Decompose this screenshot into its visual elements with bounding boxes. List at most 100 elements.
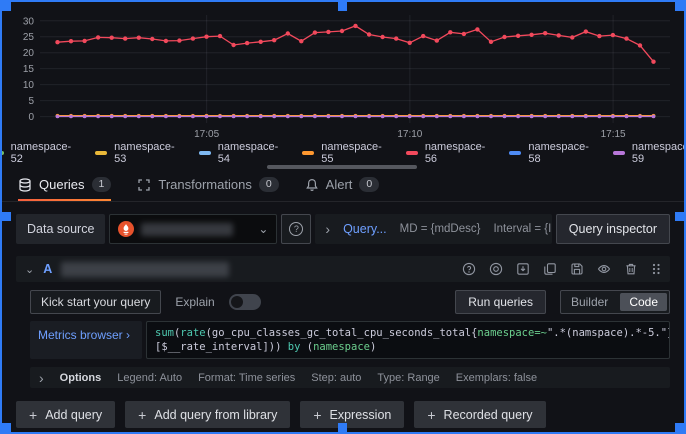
selection-handle-bottom-left[interactable] <box>2 423 11 432</box>
data-source-name-redacted <box>141 223 233 236</box>
transform-icon <box>137 178 151 192</box>
options-legend: Legend: Auto <box>117 372 182 384</box>
chart-legend: namespace-52 namespace-53 namespace-54 name… <box>2 141 684 165</box>
toggle-knob <box>231 296 243 308</box>
legend-item-namespace-56[interactable]: namespace-56 <box>406 141 488 165</box>
promql-editor-row: Metrics browser › sum(rate(go_cpu_classe… <box>30 321 670 359</box>
data-source-help-button[interactable]: ? <box>281 214 311 244</box>
tab-queries-badge: 1 <box>92 177 112 192</box>
svg-text:30: 30 <box>23 16 35 27</box>
bell-icon <box>305 178 319 192</box>
database-icon <box>18 178 32 192</box>
legend-item-namespace-54[interactable]: namespace-54 <box>199 141 281 165</box>
legend-label: namespace-53 <box>114 141 177 165</box>
add-recorded-query-button[interactable]: + Recorded query <box>414 401 545 428</box>
plus-icon: + <box>313 407 321 423</box>
svg-text:17:05: 17:05 <box>194 129 219 139</box>
selection-handle-top-middle[interactable] <box>338 2 347 11</box>
data-source-label: Data source <box>16 214 105 244</box>
duplicate-icon[interactable] <box>543 262 557 276</box>
legend-label: namespace-52 <box>11 141 74 165</box>
options-title: Options <box>60 372 102 384</box>
add-expression-button[interactable]: + Expression <box>300 401 404 428</box>
selection-handle-middle-left[interactable] <box>2 212 11 221</box>
question-circle-icon: ? <box>289 222 303 236</box>
prometheus-flame-icon <box>118 221 134 237</box>
legend-label: namespace-59 <box>632 141 686 165</box>
legend-item-namespace-55[interactable]: namespace-55 <box>302 141 384 165</box>
svg-text:10: 10 <box>23 80 35 91</box>
query-ref-name[interactable]: A <box>43 262 52 276</box>
legend-color-mark <box>613 151 625 155</box>
horizontal-scrollbar[interactable] <box>267 165 417 169</box>
selection-handle-top-right[interactable] <box>675 2 684 11</box>
kick-start-query-button[interactable]: Kick start your query <box>30 290 161 314</box>
drag-handle-icon[interactable] <box>651 262 661 276</box>
editor-tabs: Queries 1 Transformations 0 Alert 0 <box>2 170 684 202</box>
legend-item-namespace-53[interactable]: namespace-53 <box>95 141 177 165</box>
tab-transformations-label: Transformations <box>158 177 251 192</box>
legend-label: namespace-58 <box>528 141 591 165</box>
tab-alert[interactable]: Alert 0 <box>305 177 380 201</box>
eye-icon[interactable] <box>597 262 611 276</box>
save-to-library-icon[interactable] <box>516 262 530 276</box>
legend-color-mark <box>302 151 314 155</box>
query-options-collapsed[interactable]: › Options Legend: Auto Format: Time seri… <box>30 367 670 388</box>
panel-editor-window: 05101520253017:0517:1017:15 namespace-52… <box>0 0 686 434</box>
builder-mode-option[interactable]: Builder <box>561 291 618 313</box>
svg-text:17:15: 17:15 <box>601 129 626 139</box>
plus-icon: + <box>29 407 37 423</box>
selection-handle-bottom-right[interactable] <box>675 423 684 432</box>
options-exemplars: Exemplars: false <box>456 372 537 384</box>
run-queries-button[interactable]: Run queries <box>455 290 546 314</box>
recorded-query-label: Recorded query <box>444 408 533 422</box>
query-options-interval: Interval = {IntervalDesc} <box>493 223 551 235</box>
query-toolbar: Data source ⌄ ? › Query... MD = {mdDesc}… <box>16 214 670 244</box>
query-name-redacted <box>61 262 229 277</box>
query-row-actions <box>462 262 661 276</box>
query-options-md: MD = {mdDesc} <box>400 223 481 235</box>
svg-text:15: 15 <box>23 64 35 75</box>
svg-text:17:10: 17:10 <box>397 129 422 139</box>
add-query-from-library-button[interactable]: + Add query from library <box>125 401 290 428</box>
query-actions-row: Kick start your query Explain Run querie… <box>30 290 670 314</box>
disable-icon[interactable] <box>489 262 503 276</box>
tab-queries[interactable]: Queries 1 <box>18 177 111 201</box>
selection-handle-bottom-middle[interactable] <box>338 423 347 432</box>
data-source-picker[interactable]: ⌄ <box>109 214 277 244</box>
expression-label: Expression <box>330 408 392 422</box>
legend-item-namespace-59[interactable]: namespace-59 <box>613 141 686 165</box>
explain-label: Explain <box>175 295 214 309</box>
query-options-bar[interactable]: › Query... MD = {mdDesc} Interval = {Int… <box>315 214 551 244</box>
selection-handle-middle-right[interactable] <box>675 212 684 221</box>
legend-item-namespace-58[interactable]: namespace-58 <box>509 141 591 165</box>
options-step: Step: auto <box>311 372 361 384</box>
chevron-right-icon: › <box>325 221 330 237</box>
chevron-right-icon: › <box>39 370 44 386</box>
query-inspector-button[interactable]: Query inspector <box>556 214 670 244</box>
save-icon[interactable] <box>570 262 584 276</box>
promql-code-input[interactable]: sum(rate(go_cpu_classes_gc_total_cpu_sec… <box>146 321 670 359</box>
query-row-header[interactable]: ⌄ A <box>16 256 670 282</box>
add-query-label: Add query <box>45 408 102 422</box>
svg-text:20: 20 <box>23 48 35 59</box>
time-series-chart[interactable]: 05101520253017:0517:1017:15 <box>8 7 680 139</box>
trash-icon[interactable] <box>624 262 638 276</box>
add-query-button[interactable]: + Add query <box>16 401 115 428</box>
legend-item-namespace-52[interactable]: namespace-52 <box>0 141 73 165</box>
legend-color-mark <box>0 151 4 155</box>
metrics-browser-button[interactable]: Metrics browser › <box>30 321 142 359</box>
legend-label: namespace-55 <box>321 141 384 165</box>
explain-toggle[interactable] <box>229 294 261 310</box>
help-icon[interactable] <box>462 262 476 276</box>
options-format: Format: Time series <box>198 372 295 384</box>
code-mode-option[interactable]: Code <box>620 293 667 311</box>
plus-icon: + <box>427 407 435 423</box>
legend-color-mark <box>406 151 418 155</box>
tab-transformations[interactable]: Transformations 0 <box>137 177 278 201</box>
add-query-from-library-label: Add query from library <box>154 408 277 422</box>
legend-color-mark <box>199 151 211 155</box>
selection-handle-top-left[interactable] <box>2 2 11 11</box>
legend-color-mark <box>509 151 521 155</box>
collapse-chevron-icon[interactable]: ⌄ <box>25 263 34 276</box>
